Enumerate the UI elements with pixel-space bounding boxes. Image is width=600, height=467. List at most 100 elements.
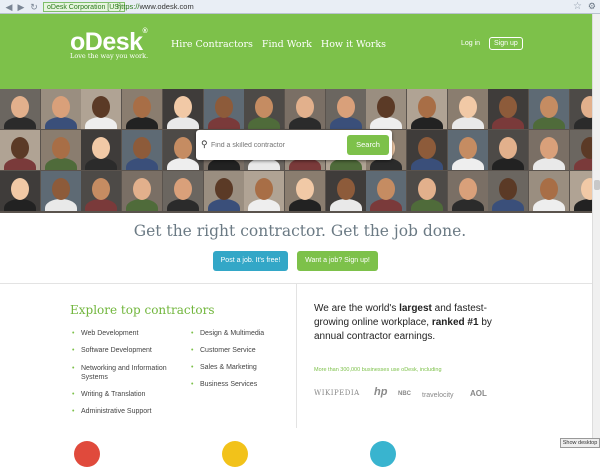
- show-desktop-button[interactable]: Show desktop: [560, 438, 600, 448]
- main-nav: Hire Contractors Find Work How it Works: [171, 39, 386, 50]
- category-business-services[interactable]: • Business Services: [191, 380, 258, 389]
- contractor-photo: [244, 89, 285, 129]
- category-writing-translation[interactable]: • Writing & Translation: [72, 390, 145, 399]
- contractor-search: ⚲ Search: [196, 130, 392, 160]
- login-link[interactable]: Log in: [461, 40, 480, 47]
- feature-circle-blue: [370, 441, 396, 467]
- search-button[interactable]: Search: [347, 135, 389, 155]
- aol-logo: AOL: [470, 389, 487, 398]
- post-job-button[interactable]: Post a job. It's free!: [213, 251, 288, 271]
- want-job-button[interactable]: Want a job? Sign up!: [297, 251, 378, 271]
- column-divider: [296, 284, 297, 428]
- hp-logo: hp: [374, 386, 388, 398]
- contractor-photo: [284, 171, 325, 211]
- contractor-photo: [488, 89, 529, 129]
- contractor-photo: [447, 89, 488, 129]
- contractor-photo: [0, 171, 40, 211]
- contractor-photo: [447, 130, 488, 170]
- search-input[interactable]: [211, 136, 341, 154]
- contractor-photo: [81, 89, 122, 129]
- category-label: Business Services: [200, 381, 258, 388]
- bullet-icon: •: [72, 347, 75, 354]
- contractor-photo: [529, 171, 570, 211]
- contractor-photo: [40, 171, 81, 211]
- explore-title: Explore top contractors: [70, 303, 215, 317]
- url-host: www.odesk.com: [139, 2, 194, 11]
- bullet-icon: •: [72, 391, 75, 398]
- category-networking[interactable]: • Networking and Information Systems: [72, 364, 171, 382]
- contractor-photo: [203, 171, 244, 211]
- category-software-development[interactable]: • Software Development: [72, 346, 152, 355]
- contractor-photo: [244, 171, 285, 211]
- back-icon[interactable]: ◀: [4, 2, 14, 12]
- bullet-icon: •: [191, 381, 194, 388]
- site-header: oDesk® Love the way you work. Hire Contr…: [0, 14, 600, 89]
- feature-circle-yellow: [222, 441, 248, 467]
- scrollbar-thumb[interactable]: [594, 180, 600, 190]
- feature-circle-red: [74, 441, 100, 467]
- contractor-photo: [122, 171, 163, 211]
- bullet-icon: •: [191, 330, 194, 337]
- section-divider: [0, 283, 600, 284]
- about-bold-largest: largest: [399, 303, 432, 314]
- about-bold-ranked: ranked #1: [431, 317, 479, 328]
- travelocity-logo: travelocity: [422, 392, 454, 399]
- about-text: We are the world's: [314, 303, 400, 314]
- contractor-photo: [0, 89, 40, 129]
- category-label: Web Development: [81, 330, 139, 337]
- bullet-icon: •: [72, 408, 75, 415]
- category-label: Administrative Support: [81, 408, 152, 415]
- contractor-photo: [81, 130, 122, 170]
- category-sales-marketing[interactable]: • Sales & Marketing: [191, 363, 257, 372]
- category-web-development[interactable]: • Web Development: [72, 329, 139, 338]
- contractor-photo: [407, 130, 447, 170]
- reload-icon[interactable]: ↻: [29, 2, 39, 12]
- contractor-photo: [284, 89, 325, 129]
- search-icon: ⚲: [201, 139, 208, 149]
- contractor-photo: [488, 130, 529, 170]
- wikipedia-logo: WIKIPEDIA: [314, 389, 360, 397]
- browser-toolbar: ◀ ▶ ↻ oDesk Corporation [US] https://www…: [0, 0, 600, 14]
- category-administrative-support[interactable]: • Administrative Support: [72, 407, 152, 416]
- nav-hire-contractors[interactable]: Hire Contractors: [171, 39, 253, 50]
- contractor-photo: [366, 171, 407, 211]
- contractor-photo: [40, 130, 81, 170]
- contractor-photo: [325, 89, 366, 129]
- category-label: Design & Multimedia: [200, 330, 265, 337]
- signup-button[interactable]: Sign up: [489, 37, 523, 50]
- url-protocol: https://: [117, 2, 140, 11]
- address-bar[interactable]: https://www.odesk.com: [117, 2, 194, 12]
- category-design-multimedia[interactable]: • Design & Multimedia: [191, 329, 265, 338]
- forward-icon[interactable]: ▶: [16, 2, 26, 12]
- nav-find-work[interactable]: Find Work: [262, 39, 312, 50]
- contractor-photo: [529, 130, 570, 170]
- tagline: Love the way you work.: [70, 52, 149, 60]
- bullet-icon: •: [72, 365, 75, 372]
- hero-headline: Get the right contractor. Get the job do…: [133, 222, 467, 240]
- contractor-photo: [366, 89, 407, 129]
- contractor-photo: [325, 171, 366, 211]
- contractor-photo: [122, 130, 163, 170]
- bullet-icon: •: [191, 364, 194, 371]
- page-scrollbar[interactable]: [592, 14, 600, 438]
- wrench-menu-icon[interactable]: ⚙: [588, 1, 596, 12]
- bookmark-star-icon[interactable]: ☆: [573, 1, 582, 12]
- category-customer-service[interactable]: • Customer Service: [191, 346, 256, 355]
- category-label: Software Development: [81, 347, 152, 354]
- category-label: Networking and Information Systems: [81, 365, 167, 381]
- about-statement: We are the world's largest and fastest-g…: [314, 302, 499, 344]
- bullet-icon: •: [191, 347, 194, 354]
- site-identity-badge[interactable]: oDesk Corporation [US]: [43, 2, 125, 12]
- contractor-photo: [122, 89, 163, 129]
- nav-how-it-works[interactable]: How it Works: [321, 39, 386, 50]
- contractor-photo: [162, 89, 203, 129]
- contractor-photo: [488, 171, 529, 211]
- contractor-photo: [447, 171, 488, 211]
- trademark: ®: [142, 28, 148, 35]
- contractor-photo: [40, 89, 81, 129]
- nbc-logo: NBC: [398, 391, 411, 397]
- businesses-count-text: More than 300,000 businesses use oDesk, …: [314, 367, 442, 373]
- contractor-photo: [0, 130, 40, 170]
- category-label: Sales & Marketing: [200, 364, 257, 371]
- bullet-icon: •: [72, 330, 75, 337]
